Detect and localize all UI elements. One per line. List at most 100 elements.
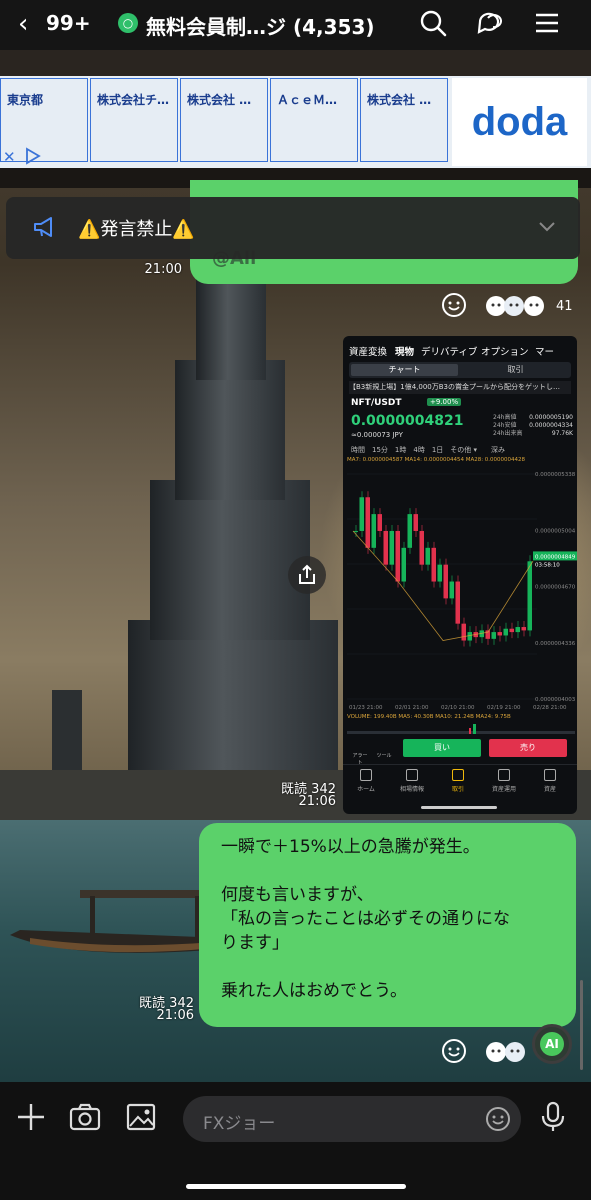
tower-mid [150,480,310,640]
tab-asset-convert: 資産変換 [349,347,388,358]
app-announcement: 【B3新規上場】1億4,000万B3の賞金プールから配分をゲットし… [349,381,571,394]
price-stats: 24h高値 0.0000005190 24h安値 0.0000004334 24h出… [493,414,573,438]
chart-candle [521,627,526,631]
sell-button: 売り [489,739,567,757]
ad-brand-logo[interactable]: doda [452,78,587,166]
ad-close-icon[interactable]: ✕ [3,148,16,166]
scrollbar[interactable] [580,980,583,1070]
nav-trade-label: 取引 [451,786,464,793]
ad-card-4[interactable]: ＡｃｅＭ… [270,78,358,162]
trading-pair: NFT/USDT [351,398,402,408]
price-jpy: ≈0.000073 JPY [351,431,403,439]
message-line: 何度も言いますが、 [221,885,374,905]
announcement-text: ⚠️発言禁止⚠️ [78,219,195,240]
reaction-stickers-icon[interactable] [484,1040,530,1064]
markets-icon [406,769,418,781]
chart-candle [365,497,370,548]
app-bottom-nav: ホーム 相場情報 取引 資産運用 資産 [343,764,577,805]
timeframe-row: 時間 15分 1時 4時 1日 その他 ▾ 深み [351,446,506,454]
chart-candle [407,514,412,548]
message-line: 「私の言ったことは必ずその通りにな [221,909,510,929]
seg-trade: 取引 [507,365,524,374]
message-input[interactable]: FXジョー [183,1096,521,1142]
chart-tick-label: 02/10 21:00 [441,705,475,711]
chart-candle [437,564,442,582]
share-button[interactable] [288,556,326,594]
chart-tick-label: 01/23 21:00 [349,705,383,711]
ad-card-5[interactable]: 株式会社 … [360,78,448,162]
ad-choices-icon[interactable] [24,147,42,165]
stat-volume: 24h出来高 97.76K [493,430,573,438]
chart-candle [413,514,418,531]
announcement-bar[interactable]: ⚠️発言禁止⚠️ [6,197,580,259]
header-gap [0,50,591,76]
stat-low-label: 24h安値 [493,422,517,429]
chart-tick-label: 03:58:10 [535,562,560,568]
unread-count[interactable]: 99+ [46,11,91,35]
microphone-icon[interactable] [536,1100,570,1134]
chart-candle [389,530,394,565]
chat-bubble-icon[interactable] [474,8,504,38]
tab-derivatives: デリバティブ [421,347,478,358]
message-line: 乗れた人はおめでとう。 [221,981,407,1001]
chart-tick-label: 0.0000005338 [535,472,576,478]
chart-tick-label: 0.0000005004 [535,528,576,534]
image-message-screenshot[interactable]: 資産変換 現物 デリバティブ オプション マー チャート 取引 【B3新規上場】… [343,336,577,814]
reaction-smiley-icon[interactable] [441,1038,467,1064]
chart-candle [491,632,496,639]
ad-card-2[interactable]: 株式会社チ… [90,78,178,162]
ad-card-3[interactable]: 株式会社 … [180,78,268,162]
image-icon[interactable] [124,1100,158,1134]
megaphone-icon [34,217,52,237]
plus-icon[interactable] [14,1100,48,1134]
nav-markets-label: 相場情報 [399,786,424,793]
chart-tick-label: 0.0000004670 [535,585,576,591]
tab-options: オプション [481,347,529,358]
menu-icon[interactable] [532,8,562,38]
chart-candle [455,581,460,624]
chevron-down-icon[interactable] [538,219,556,233]
reaction-stickers-icon[interactable] [484,294,550,318]
chart-candle [509,628,514,633]
stat-volume-value: 97.76K [551,430,573,437]
volume-row: VOLUME: 199.40B MA5: 40.30B MA10: 21.24B… [347,714,511,720]
message-line: 一瞬で＋15%以上の急騰が発生。 [221,837,480,857]
ai-button[interactable]: AI [532,1024,572,1064]
trade-icon [452,769,464,781]
chart-candle [371,514,376,548]
chart-candle [461,623,466,641]
back-chevron-icon[interactable]: ‹ [18,10,28,38]
message-time: 21:06 [298,794,336,809]
tower-top [196,270,266,380]
camera-icon[interactable] [68,1100,102,1134]
nav-markets: 相場情報 [389,769,435,793]
reaction-smiley-icon[interactable] [441,292,467,318]
share-icon [299,564,315,584]
nav-earn: 資産運用 [481,769,527,793]
earn-icon [498,769,510,781]
chat-header: ‹ 99+ ○ 無料会員制…ジ (4,353) [0,0,591,50]
stat-volume-label: 24h出来高 [493,430,523,437]
chart-candle [383,530,388,565]
search-icon[interactable] [418,8,448,38]
home-icon [360,769,372,781]
ai-label: AI [540,1032,564,1056]
chart-tick-label: 0.0000004336 [535,641,576,647]
chart-tick-label: 02/28 21:00 [533,705,567,711]
message-input-placeholder: FXジョー [203,1114,276,1134]
stat-low: 24h安値 0.0000004334 [493,422,573,430]
app-top-tabs: 資産変換 現物 デリバティブ オプション マー [343,340,577,358]
chart-candle [497,632,502,636]
chart-tick-label: 0.0000004849 [535,554,576,560]
chart-candle [527,561,532,631]
emoji-icon[interactable] [485,1106,511,1132]
chat-title[interactable]: 無料会員制…ジ (4,353) [146,11,375,40]
chart-candle [503,628,508,636]
chart-candle [515,627,520,633]
message-bubble-text[interactable]: 一瞬で＋15%以上の急騰が発生。 何度も言いますが、 「私の言ったことは必ずその… [199,823,576,1027]
chart-tick-label: 0.0000004003 [535,697,576,703]
nav-assets: 資産 [527,769,573,793]
message-time: 21:06 [156,1008,194,1023]
chart-candle [467,632,472,641]
